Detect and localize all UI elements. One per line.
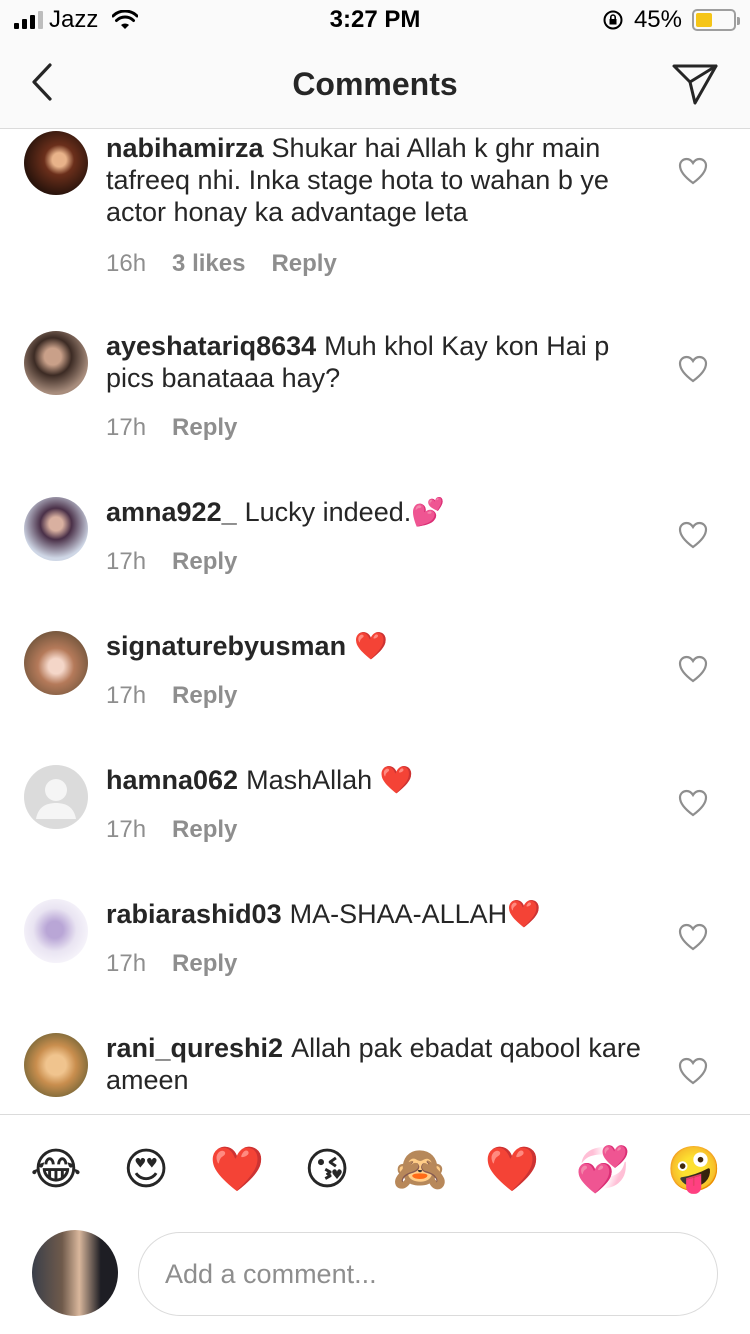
comment-username[interactable]: rani_qureshi2 [106,1033,283,1063]
avatar[interactable] [24,497,88,561]
emoji-laugh-button[interactable]: 😂 [26,1143,86,1197]
like-heart-icon[interactable] [678,655,708,683]
comment-username[interactable]: rabiarashid03 [106,899,282,929]
comments-list[interactable]: nabihamirza Shukar hai Allah k ghr main t… [0,129,750,1114]
reply-button[interactable]: Reply [172,548,237,576]
avatar[interactable] [24,331,88,395]
comment-text: MashAllah [246,765,373,795]
emoji-see-no-evil-button[interactable]: 🙈 [390,1143,450,1197]
battery-percent: 45% [633,6,682,33]
reply-button[interactable]: Reply [172,414,237,442]
current-user-avatar[interactable] [32,1230,118,1316]
paper-plane-icon [672,64,718,105]
battery-icon [692,9,740,31]
avatar[interactable] [24,631,88,695]
comment-username[interactable]: nabihamirza [106,133,264,163]
avatar[interactable] [24,765,88,829]
comment-emoji: ❤️ [379,765,414,795]
reply-button[interactable]: Reply [172,950,237,978]
emoji-heart-button[interactable]: ❤️ [482,1143,542,1197]
reply-button[interactable]: Reply [172,816,237,844]
emoji-zany-button[interactable]: 🤪 [664,1143,724,1197]
status-bar: Jazz 3:27 PM 45% [0,0,750,40]
comment-time: 16h [106,250,147,277]
comment-time: 17h [106,548,147,575]
comment-emoji: 💕 [411,497,445,527]
battery-nub [737,17,740,25]
status-right: 45% [602,6,740,34]
comment-input[interactable] [138,1232,718,1316]
reply-button[interactable]: Reply [172,682,237,710]
comment-username[interactable]: amna922_ [106,497,237,527]
like-heart-icon[interactable] [678,789,708,817]
comment-likes[interactable]: 3 likes [172,250,245,278]
like-heart-icon[interactable] [678,521,708,549]
like-heart-icon[interactable] [678,923,708,951]
comment-emoji: ❤️ [354,631,388,661]
rotation-lock-icon [603,10,623,30]
avatar[interactable] [24,131,88,195]
like-heart-icon[interactable] [678,157,708,185]
comment-time: 17h [106,414,147,441]
avatar[interactable] [24,1033,88,1097]
comment-composer [0,1222,750,1334]
emoji-heart-eyes-button[interactable]: 😍 [116,1143,176,1197]
comment-time: 17h [106,682,147,709]
avatar[interactable] [24,899,88,963]
nav-header: Comments [0,40,750,129]
like-heart-icon[interactable] [678,1057,708,1085]
comment-text: Lucky indeed. [244,497,412,527]
emoji-red-heart-button[interactable]: ❤️ [207,1143,267,1197]
default-avatar-icon [36,779,76,819]
comment-username[interactable]: hamna062 [106,765,238,795]
comment-time: 17h [106,950,147,977]
share-button[interactable] [670,60,720,108]
page-title: Comments [292,66,458,102]
comment-text: MA-SHAA-ALLAH [289,899,508,929]
comment-emoji: ❤️ [507,899,541,929]
comment-time: 17h [106,816,147,843]
like-heart-icon[interactable] [678,355,708,383]
reply-button[interactable]: Reply [271,250,336,278]
emoji-reaction-bar: 😂 😍 ❤️ 😘 🙈 ❤️ 💞 🤪 [0,1114,750,1222]
emoji-revolving-hearts-button[interactable]: 💞 [573,1143,633,1197]
comment-username[interactable]: signaturebyusman [106,631,346,661]
comment-username[interactable]: ayeshatariq8634 [106,331,316,361]
emoji-kiss-button[interactable]: 😘 [297,1143,357,1197]
battery-fill [696,13,712,27]
